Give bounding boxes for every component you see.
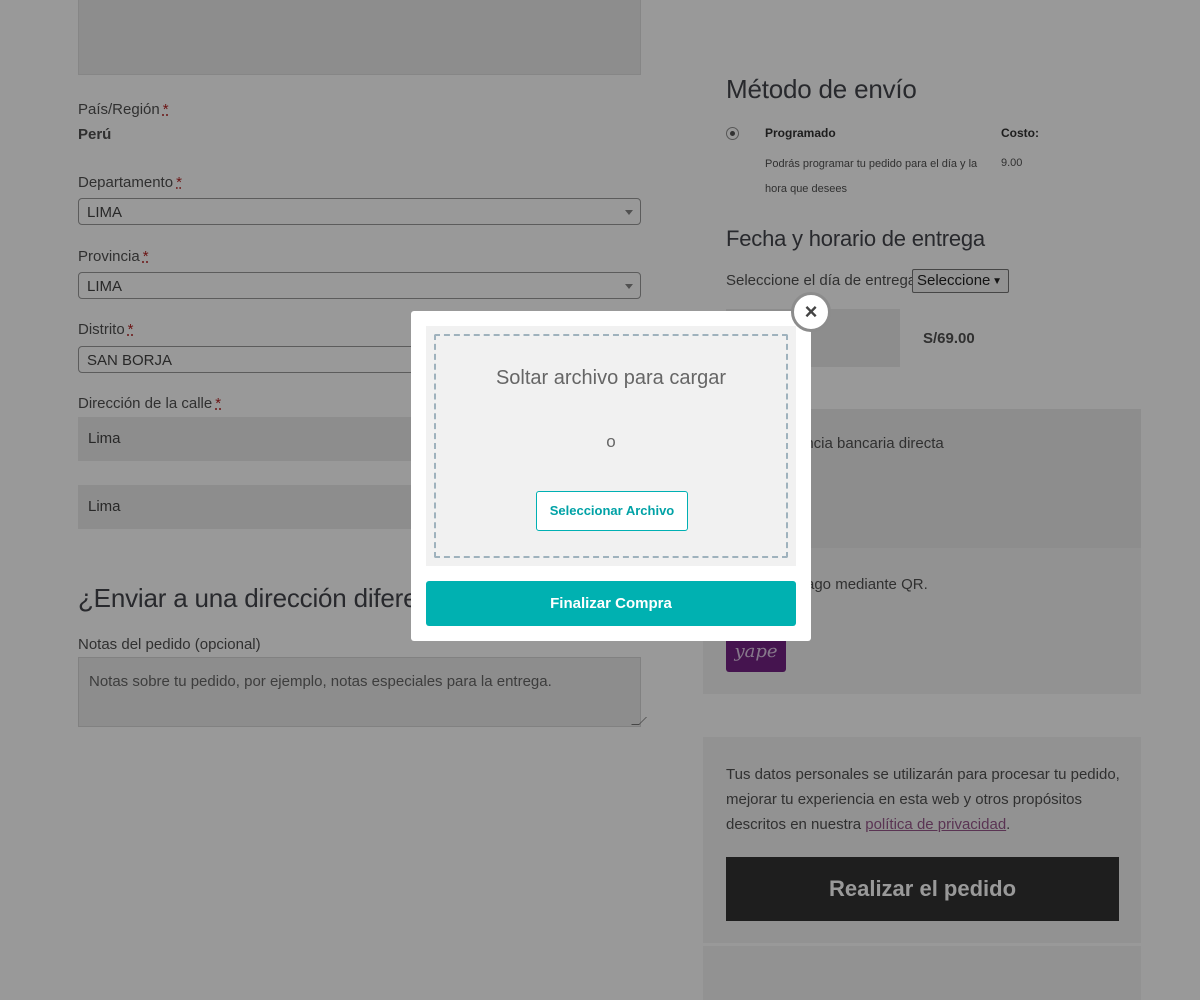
dropzone-or-text: o	[606, 432, 616, 451]
select-file-button[interactable]: Seleccionar Archivo	[536, 491, 688, 531]
checkout-page: País/Región * Perú Departamento * LIMA Pro…	[0, 0, 1200, 1000]
upload-modal: Soltar archivo para cargar o Seleccionar…	[411, 292, 831, 641]
dropzone-container: Soltar archivo para cargar o Seleccionar…	[426, 326, 796, 566]
dropzone-title: Soltar archivo para cargar	[495, 367, 727, 389]
file-dropzone[interactable]: Soltar archivo para cargar o Seleccionar…	[434, 334, 788, 558]
close-icon[interactable]: ×	[791, 292, 831, 332]
finalize-purchase-button[interactable]: Finalizar Compra	[426, 581, 796, 626]
